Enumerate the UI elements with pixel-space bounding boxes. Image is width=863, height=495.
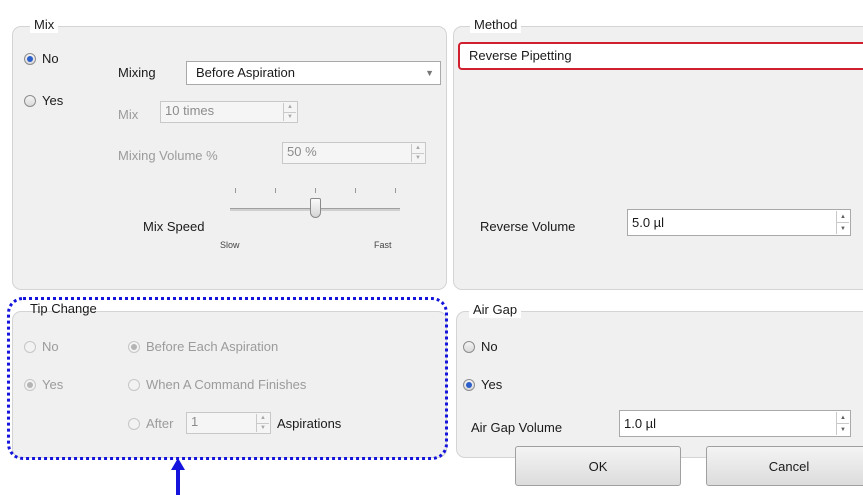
reverse-volume-label: Reverse Volume bbox=[480, 219, 576, 234]
radio-unselected-icon bbox=[128, 418, 140, 430]
radio-selected-icon bbox=[24, 379, 36, 391]
mixing-volume-value: 50 % bbox=[287, 144, 317, 159]
ok-button[interactable]: OK bbox=[515, 446, 681, 486]
air-gap-volume-spin[interactable]: ▲ ▼ bbox=[836, 412, 849, 435]
air-gap-yes-radio[interactable]: Yes bbox=[463, 377, 502, 393]
tip-when-finishes-label: When A Command Finishes bbox=[146, 377, 307, 392]
aspirations-label: Aspirations bbox=[277, 416, 342, 431]
mix-count-spin[interactable]: ▲ ▼ bbox=[283, 103, 296, 121]
air-gap-no-label: No bbox=[481, 339, 498, 354]
mix-count-value: 10 times bbox=[165, 103, 215, 118]
radio-unselected-icon bbox=[24, 341, 36, 353]
air-gap-title: Air Gap bbox=[469, 302, 522, 318]
air-gap-no-radio[interactable]: No bbox=[463, 339, 498, 355]
radio-unselected-icon bbox=[24, 95, 36, 107]
mixing-volume-label: Mixing Volume % bbox=[118, 148, 218, 163]
chevron-down-icon: ▼ bbox=[425, 68, 434, 78]
slider-tick bbox=[275, 188, 276, 193]
radio-selected-icon bbox=[463, 379, 475, 391]
radio-unselected-icon bbox=[128, 379, 140, 391]
spin-up-icon[interactable]: ▲ bbox=[284, 103, 296, 112]
mixing-volume-stepper[interactable]: 50 % ▲ ▼ bbox=[282, 142, 426, 164]
annotation-arrow-icon bbox=[168, 458, 188, 495]
tip-after-label: After bbox=[146, 416, 174, 431]
mix-yes-label: Yes bbox=[42, 93, 64, 108]
mixing-label: Mixing bbox=[118, 65, 156, 80]
mixing-volume-spin[interactable]: ▲ ▼ bbox=[411, 144, 424, 162]
slider-tick bbox=[235, 188, 236, 193]
mix-speed-slider[interactable] bbox=[230, 188, 400, 224]
arrow-shaft bbox=[176, 469, 180, 495]
mix-speed-slow: Slow bbox=[220, 240, 240, 250]
tip-after-spin[interactable]: ▲ ▼ bbox=[256, 414, 269, 432]
reverse-volume-spin[interactable]: ▲ ▼ bbox=[836, 211, 849, 234]
air-gap-volume-stepper[interactable]: 1.0 µl ▲ ▼ bbox=[619, 410, 851, 437]
air-gap-volume-label: Air Gap Volume bbox=[471, 420, 563, 435]
mix-no-label: No bbox=[42, 51, 59, 66]
tip-yes-radio[interactable]: Yes bbox=[24, 377, 63, 393]
spin-down-icon[interactable]: ▼ bbox=[412, 152, 424, 163]
method-value: Reverse Pipetting bbox=[469, 48, 572, 63]
spin-up-icon[interactable]: ▲ bbox=[837, 211, 849, 222]
tip-no-radio[interactable]: No bbox=[24, 339, 59, 355]
mix-count-stepper[interactable]: 10 times ▲ ▼ bbox=[160, 101, 298, 123]
radio-selected-icon bbox=[128, 341, 140, 353]
mixing-select[interactable]: Before Aspiration ▼ bbox=[186, 61, 441, 85]
slider-ticks bbox=[230, 188, 400, 194]
slider-tick bbox=[355, 188, 356, 193]
air-gap-yes-label: Yes bbox=[481, 377, 503, 392]
mix-speed-fast: Fast bbox=[374, 240, 392, 250]
radio-unselected-icon bbox=[463, 341, 475, 353]
tip-when-finishes-radio[interactable]: When A Command Finishes bbox=[128, 377, 306, 393]
tip-change-title: Tip Change bbox=[30, 301, 97, 316]
spin-down-icon[interactable]: ▼ bbox=[837, 222, 849, 234]
slider-thumb[interactable] bbox=[309, 198, 321, 218]
mix-speed-label: Mix Speed bbox=[143, 219, 205, 234]
tip-before-each-radio[interactable]: Before Each Aspiration bbox=[128, 339, 278, 355]
mix-title: Mix bbox=[30, 17, 59, 33]
tip-before-each-label: Before Each Aspiration bbox=[146, 339, 279, 354]
slider-tick bbox=[315, 188, 316, 193]
tip-yes-label: Yes bbox=[42, 377, 64, 392]
spin-down-icon[interactable]: ▼ bbox=[837, 423, 849, 435]
tip-after-radio[interactable]: After bbox=[128, 416, 173, 432]
spin-down-icon[interactable]: ▼ bbox=[257, 422, 269, 433]
radio-selected-icon bbox=[24, 53, 36, 65]
tip-no-label: No bbox=[42, 339, 59, 354]
mixing-value: Before Aspiration bbox=[196, 65, 296, 80]
spin-up-icon[interactable]: ▲ bbox=[412, 144, 424, 153]
reverse-volume-stepper[interactable]: 5.0 µl ▲ ▼ bbox=[627, 209, 851, 236]
air-gap-volume-value: 1.0 µl bbox=[624, 416, 657, 431]
cancel-button[interactable]: Cancel bbox=[706, 446, 863, 486]
reverse-volume-value: 5.0 µl bbox=[632, 215, 665, 230]
tip-after-stepper[interactable]: 1 ▲ ▼ bbox=[186, 412, 271, 434]
mix-count-label: Mix bbox=[118, 107, 139, 122]
spin-up-icon[interactable]: ▲ bbox=[257, 414, 269, 423]
method-title: Method bbox=[470, 17, 522, 33]
spin-up-icon[interactable]: ▲ bbox=[837, 412, 849, 423]
tip-after-value: 1 bbox=[191, 414, 199, 429]
method-select[interactable]: Reverse Pipetting bbox=[458, 42, 863, 70]
spin-down-icon[interactable]: ▼ bbox=[284, 111, 296, 122]
mix-yes-radio[interactable]: Yes bbox=[24, 93, 63, 109]
slider-tick bbox=[395, 188, 396, 193]
mix-no-radio[interactable]: No bbox=[24, 51, 59, 67]
